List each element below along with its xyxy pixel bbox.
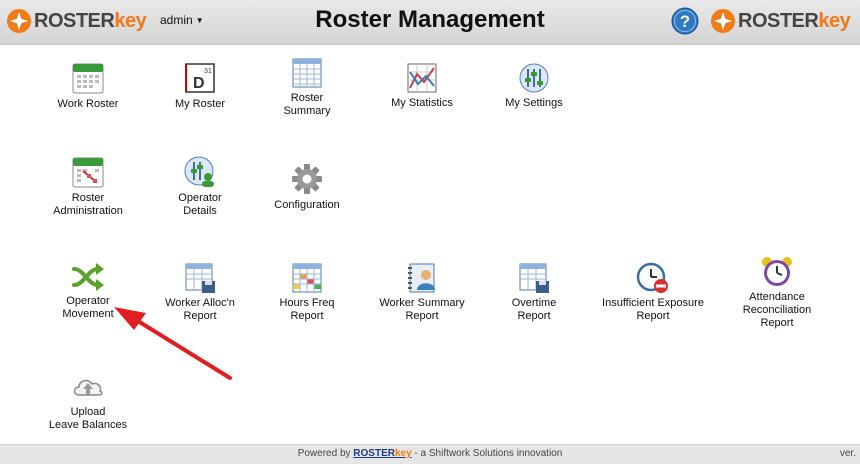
report-save-icon bbox=[519, 263, 549, 293]
clock-blocked-icon bbox=[636, 262, 668, 293]
tile-my-statistics[interactable]: My Statistics bbox=[367, 62, 477, 110]
calendar-day-letter: D bbox=[193, 75, 205, 92]
tile-label: My Statistics bbox=[391, 97, 453, 109]
svg-text:?: ? bbox=[680, 12, 690, 31]
tile-label: My Roster bbox=[174, 98, 226, 110]
tile-label: Roster Administration bbox=[53, 192, 123, 217]
tile-work-roster[interactable]: Work Roster bbox=[33, 61, 143, 111]
app-header: ROSTER key admin ▼ Roster Management ? ROS… bbox=[0, 0, 860, 45]
tile-insufficient-exposure-report[interactable]: Insufficient Exposure Report bbox=[598, 262, 708, 323]
tile-configuration[interactable]: Configuration bbox=[252, 162, 362, 212]
tile-label: Worker Summary Report bbox=[379, 297, 465, 322]
tile-label: Operator Details bbox=[178, 192, 222, 217]
tile-my-settings[interactable]: My Settings bbox=[479, 62, 589, 110]
footer-brand-roster: ROSTER bbox=[353, 448, 395, 459]
tile-attendance-reconciliation-report[interactable]: Attendance Reconciliation Report bbox=[722, 256, 832, 330]
tile-label: Hours Freq Report bbox=[279, 297, 335, 322]
tile-label: Upload Leave Balances bbox=[48, 406, 128, 431]
tile-roster-summary[interactable]: Roster Summary bbox=[252, 57, 362, 118]
shuffle-icon bbox=[72, 263, 104, 291]
operator-settings-icon bbox=[184, 156, 214, 187]
address-book-icon bbox=[408, 263, 435, 293]
tile-label: Roster Summary bbox=[283, 92, 331, 117]
tile-label: Attendance Reconciliation Report bbox=[742, 291, 812, 329]
help-icon[interactable]: ? bbox=[671, 7, 699, 35]
footer-brand-link[interactable]: ROSTERkey bbox=[353, 448, 411, 459]
alarm-clock-icon bbox=[762, 257, 792, 286]
line-chart-icon bbox=[407, 63, 437, 93]
brand-logo-right: ROSTER key bbox=[710, 8, 851, 34]
gear-icon bbox=[292, 164, 322, 194]
tile-operator-movement[interactable]: Operator Movement bbox=[33, 262, 143, 321]
tile-my-roster[interactable]: 31 D My Roster bbox=[145, 61, 255, 111]
cloud-upload-icon bbox=[73, 379, 103, 396]
tile-roster-administration[interactable]: Roster Administration bbox=[33, 155, 143, 218]
tile-worker-summary-report[interactable]: Worker Summary Report bbox=[367, 262, 477, 323]
settings-sliders-icon bbox=[519, 63, 549, 93]
calendar-icon bbox=[72, 63, 104, 94]
tile-label: Overtime Report bbox=[511, 297, 557, 322]
footer: Powered by ROSTERkey - a Shiftwork Solut… bbox=[0, 444, 860, 464]
colored-grid-icon bbox=[292, 263, 322, 293]
tile-operator-details[interactable]: Operator Details bbox=[145, 155, 255, 218]
rosterkey-logo-icon bbox=[711, 9, 735, 33]
tile-label: Configuration bbox=[274, 199, 340, 211]
calendar-admin-icon bbox=[72, 157, 104, 188]
tile-overtime-report[interactable]: Overtime Report bbox=[479, 262, 589, 323]
brand-text-key: key bbox=[818, 9, 851, 32]
tile-hours-freq-report[interactable]: Hours Freq Report bbox=[252, 262, 362, 323]
tile-worker-alloc-report[interactable]: Worker Alloc'n Report bbox=[145, 262, 255, 323]
tile-label: Insufficient Exposure Report bbox=[602, 297, 704, 322]
calendar-day-icon: 31 D bbox=[185, 63, 215, 93]
report-save-icon bbox=[185, 263, 215, 293]
tile-label: Worker Alloc'n Report bbox=[165, 297, 235, 322]
tile-label: Work Roster bbox=[57, 98, 119, 110]
tile-label: My Settings bbox=[505, 97, 563, 109]
brand-text-roster: ROSTER bbox=[738, 9, 819, 32]
footer-tagline: - a Shiftwork Solutions innovation bbox=[411, 448, 563, 459]
calendar-day-number: 31 bbox=[204, 68, 212, 75]
footer-powered-by: Powered by bbox=[297, 448, 354, 459]
tile-upload-leave-balances[interactable]: Upload Leave Balances bbox=[33, 373, 143, 432]
footer-version: ver. bbox=[839, 448, 856, 459]
spreadsheet-icon bbox=[292, 58, 322, 88]
footer-brand-key: key bbox=[394, 448, 412, 459]
tile-label: Operator Movement bbox=[62, 295, 114, 320]
